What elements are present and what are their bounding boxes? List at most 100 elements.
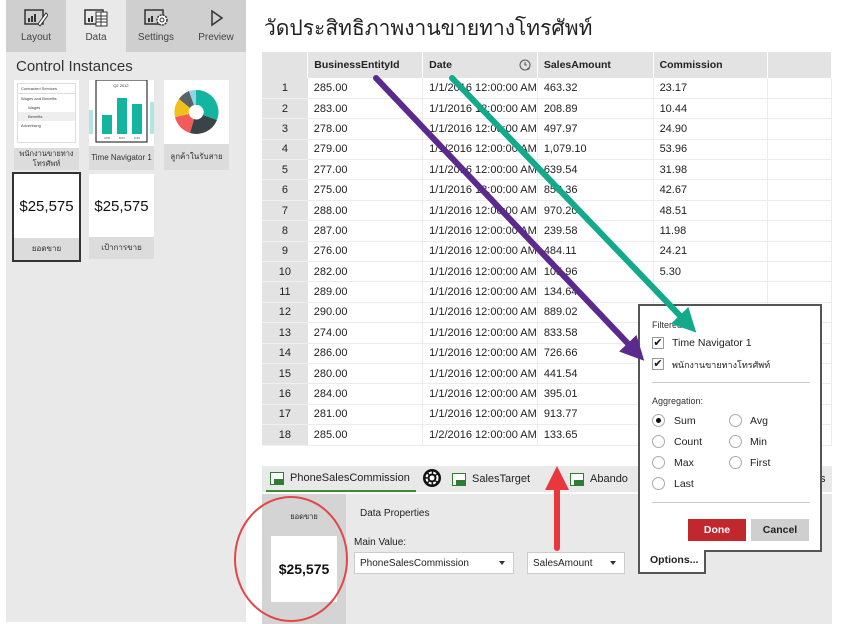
cell-commission[interactable]: 24.90 bbox=[653, 118, 769, 140]
cell-commission[interactable]: 10.44 bbox=[653, 98, 769, 120]
radio-avg[interactable] bbox=[729, 414, 742, 427]
radio-last[interactable] bbox=[652, 477, 665, 490]
cell-date[interactable]: 1/1/2016 12:00:00 AM bbox=[422, 200, 538, 222]
table-row[interactable]: 1 285.00 1/1/2016 12:00:00 AM 463.32 23.17 bbox=[262, 78, 832, 99]
control-thumb-time-navigator[interactable]: Q2 2012 APR MAY JUN Time Navigator 1 bbox=[89, 80, 154, 170]
main-value-column-select[interactable]: SalesAmount bbox=[527, 552, 625, 574]
filter-checkbox-time-navigator[interactable]: ✔ bbox=[652, 337, 664, 349]
sheet-tab-abando[interactable]: Abando bbox=[570, 466, 628, 492]
radio-max[interactable] bbox=[652, 456, 665, 469]
cell-date[interactable]: 1/1/2016 12:00:00 AM bbox=[422, 78, 538, 99]
cell-sales-amount[interactable]: 208.89 bbox=[537, 98, 654, 120]
options-button[interactable]: Options... bbox=[638, 550, 706, 574]
cell-date[interactable]: 1/1/2016 12:00:00 AM bbox=[422, 118, 538, 140]
table-row[interactable]: 6 275.00 1/1/2016 12:00:00 AM 853.36 42.67 bbox=[262, 179, 832, 201]
cell-sales-amount[interactable]: 239.58 bbox=[537, 220, 654, 242]
cell-business-entity-id[interactable]: 289.00 bbox=[307, 281, 424, 303]
cell-sales-amount[interactable]: 726.66 bbox=[537, 343, 654, 364]
cell-commission[interactable]: 11.98 bbox=[653, 220, 769, 242]
cell-date[interactable]: 1/1/2016 12:00:00 AM bbox=[422, 179, 538, 201]
tab-preview[interactable]: Preview bbox=[186, 0, 246, 52]
cell-business-entity-id[interactable]: 286.00 bbox=[307, 343, 424, 364]
cell-sales-amount[interactable]: 497.97 bbox=[537, 118, 654, 140]
cell-sales-amount[interactable]: 105.96 bbox=[537, 261, 654, 283]
cell-business-entity-id[interactable]: 282.00 bbox=[307, 261, 424, 283]
radio-min[interactable] bbox=[729, 435, 742, 448]
cell-sales-amount[interactable]: 395.01 bbox=[537, 383, 654, 405]
settings-gear-button[interactable] bbox=[422, 466, 442, 492]
cell-business-entity-id[interactable]: 287.00 bbox=[307, 220, 424, 242]
cell-business-entity-id[interactable]: 281.00 bbox=[307, 404, 424, 426]
cell-business-entity-id[interactable]: 290.00 bbox=[307, 302, 424, 324]
column-header[interactable]: SalesAmount bbox=[537, 52, 654, 78]
radio-count[interactable] bbox=[652, 435, 665, 448]
cell-date[interactable]: 1/1/2016 12:00:00 AM bbox=[422, 383, 538, 405]
table-row[interactable]: 7 288.00 1/1/2016 12:00:00 AM 970.20 48.51 bbox=[262, 200, 832, 222]
done-button[interactable]: Done bbox=[688, 519, 746, 541]
cell-date[interactable]: 1/1/2016 12:00:00 AM bbox=[422, 343, 538, 364]
column-header-date[interactable]: Date bbox=[422, 52, 538, 78]
cell-sales-amount[interactable]: 889.02 bbox=[537, 302, 654, 324]
cell-business-entity-id[interactable]: 277.00 bbox=[307, 159, 424, 181]
table-row[interactable]: 9 276.00 1/1/2016 12:00:00 AM 484.11 24.21 bbox=[262, 241, 832, 263]
radio-sum[interactable] bbox=[652, 414, 665, 427]
table-row[interactable]: 11 289.00 1/1/2016 12:00:00 AM 134.64 bbox=[262, 281, 832, 303]
cell-sales-amount[interactable]: 133.65 bbox=[537, 424, 654, 446]
cell-business-entity-id[interactable]: 283.00 bbox=[307, 98, 424, 120]
table-row[interactable]: 10 282.00 1/1/2016 12:00:00 AM 105.96 5.30 bbox=[262, 261, 832, 283]
cell-date[interactable]: 1/1/2016 12:00:00 AM bbox=[422, 322, 538, 344]
sheet-tab-salestarget[interactable]: SalesTarget bbox=[452, 466, 530, 492]
cell-date[interactable]: 1/1/2016 12:00:00 AM bbox=[422, 363, 538, 385]
cell-date[interactable]: 1/1/2016 12:00:00 AM bbox=[422, 241, 538, 263]
cell-commission[interactable]: 24.21 bbox=[653, 241, 769, 263]
cell-business-entity-id[interactable]: 285.00 bbox=[307, 78, 424, 99]
main-value-source-select[interactable]: PhoneSalesCommission bbox=[354, 552, 514, 574]
cell-commission[interactable]: 31.98 bbox=[653, 159, 769, 181]
cell-business-entity-id[interactable]: 279.00 bbox=[307, 139, 424, 161]
cell-business-entity-id[interactable]: 274.00 bbox=[307, 322, 424, 344]
cell-sales-amount[interactable]: 833.58 bbox=[537, 322, 654, 344]
cell-business-entity-id[interactable]: 275.00 bbox=[307, 179, 424, 201]
cell-date[interactable]: 1/1/2016 12:00:00 AM bbox=[422, 159, 538, 181]
cell-sales-amount[interactable]: 134.64 bbox=[537, 281, 654, 303]
cancel-button[interactable]: Cancel bbox=[751, 519, 809, 541]
cell-business-entity-id[interactable]: 280.00 bbox=[307, 363, 424, 385]
tab-settings[interactable]: Settings bbox=[126, 0, 186, 52]
cell-commission[interactable]: 48.51 bbox=[653, 200, 769, 222]
column-header[interactable]: Commission bbox=[653, 52, 769, 78]
clock-filter-icon[interactable] bbox=[519, 59, 531, 74]
table-row[interactable]: 4 279.00 1/1/2016 12:00:00 AM 1,079.10 53.96 bbox=[262, 139, 832, 161]
table-row[interactable]: 8 287.00 1/1/2016 12:00:00 AM 239.58 11.98 bbox=[262, 220, 832, 242]
cell-date[interactable]: 1/1/2016 12:00:00 AM bbox=[422, 261, 538, 283]
table-row[interactable]: 5 277.00 1/1/2016 12:00:00 AM 639.54 31.98 bbox=[262, 159, 832, 181]
cell-sales-amount[interactable]: 484.11 bbox=[537, 241, 654, 263]
cell-sales-amount[interactable]: 639.54 bbox=[537, 159, 654, 181]
filter-checkbox-phone-sales[interactable]: ✔ bbox=[652, 358, 664, 370]
radio-first[interactable] bbox=[729, 456, 742, 469]
column-header[interactable]: BusinessEntityId bbox=[307, 52, 424, 78]
cell-business-entity-id[interactable]: 285.00 bbox=[307, 424, 424, 446]
cell-sales-amount[interactable]: 913.77 bbox=[537, 404, 654, 426]
cell-business-entity-id[interactable]: 278.00 bbox=[307, 118, 424, 140]
cell-business-entity-id[interactable]: 276.00 bbox=[307, 241, 424, 263]
cell-date[interactable]: 1/1/2016 12:00:00 AM bbox=[422, 98, 538, 120]
cell-commission[interactable]: 42.67 bbox=[653, 179, 769, 201]
cell-sales-amount[interactable]: 1,079.10 bbox=[537, 139, 654, 161]
cell-date[interactable]: 1/1/2016 12:00:00 AM bbox=[422, 139, 538, 161]
tab-data[interactable]: Data bbox=[66, 0, 126, 52]
tab-layout[interactable]: Layout bbox=[6, 0, 66, 52]
table-row[interactable]: 2 283.00 1/1/2016 12:00:00 AM 208.89 10.44 bbox=[262, 98, 832, 120]
cell-sales-amount[interactable]: 441.54 bbox=[537, 363, 654, 385]
table-row[interactable]: 3 278.00 1/1/2016 12:00:00 AM 497.97 24.90 bbox=[262, 118, 832, 140]
sheet-tab-phonesalescommission[interactable]: PhoneSalesCommission bbox=[266, 466, 416, 492]
cell-sales-amount[interactable]: 853.36 bbox=[537, 179, 654, 201]
control-thumb-kpi-target[interactable]: $25,575 เป้าการขาย bbox=[89, 174, 154, 259]
cell-date[interactable]: 1/2/2016 12:00:00 AM bbox=[422, 424, 538, 446]
control-thumb-kpi-sales[interactable]: $25,575 ยอดขาย bbox=[12, 172, 81, 262]
cell-date[interactable]: 1/1/2016 12:00:00 AM bbox=[422, 302, 538, 324]
cell-date[interactable]: 1/1/2016 12:00:00 AM bbox=[422, 281, 538, 303]
control-thumb-donut[interactable]: ลูกค้าในรับสาย bbox=[164, 80, 229, 170]
cell-sales-amount[interactable]: 463.32 bbox=[537, 78, 654, 99]
cell-date[interactable]: 1/1/2016 12:00:00 AM bbox=[422, 404, 538, 426]
cell-sales-amount[interactable]: 970.20 bbox=[537, 200, 654, 222]
